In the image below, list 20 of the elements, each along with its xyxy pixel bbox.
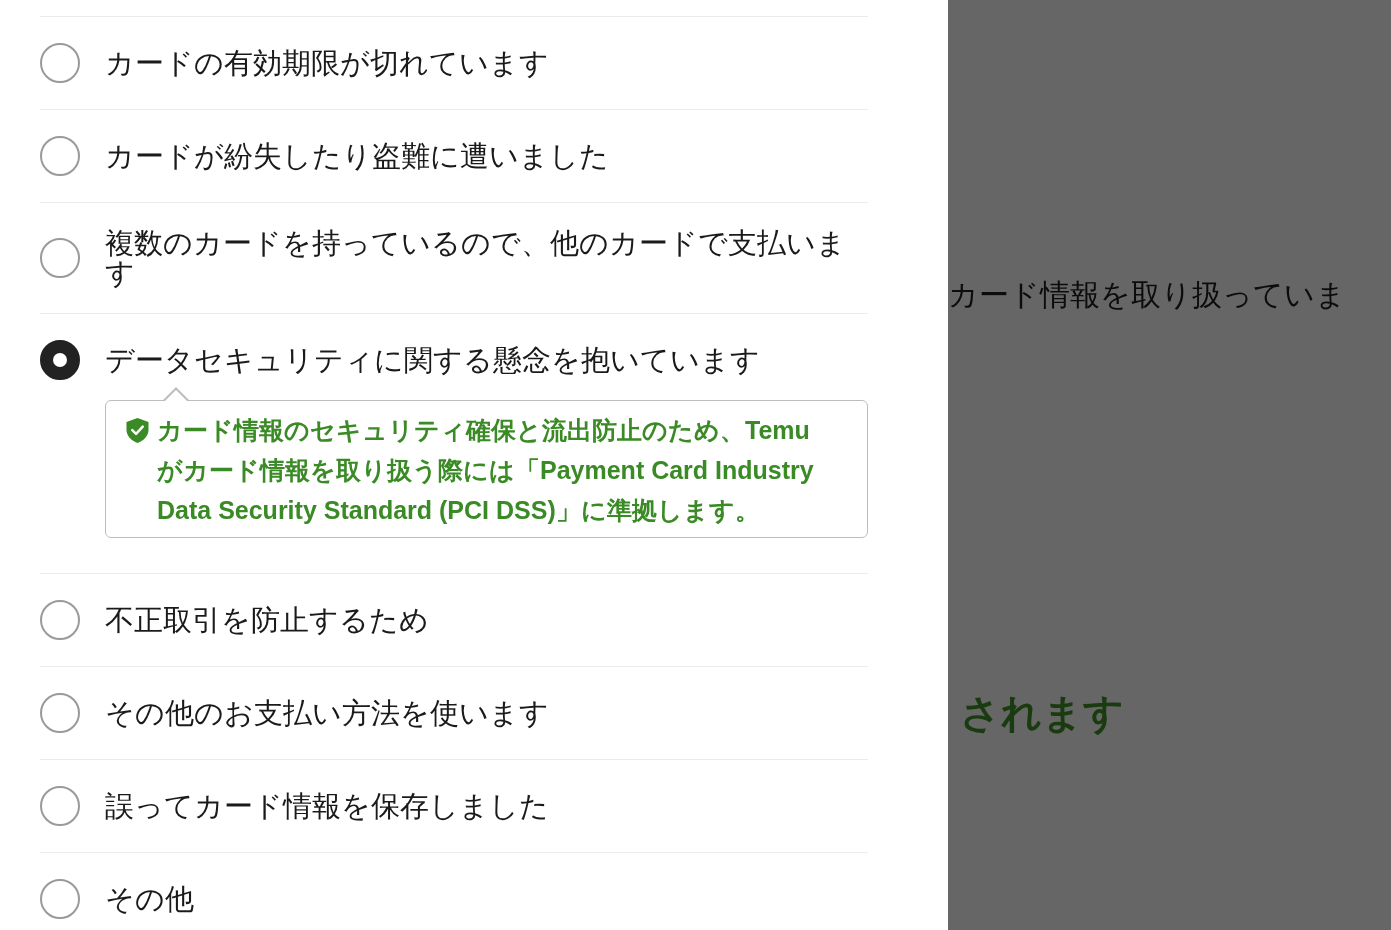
option-label: カードの有効期限が切れています [105, 48, 550, 78]
radio-button[interactable] [40, 786, 80, 826]
option-label: カードが紛失したり盗難に遭いました [105, 141, 610, 171]
radio-button[interactable] [40, 693, 80, 733]
radio-button[interactable] [40, 43, 80, 83]
option-label: 複数のカードを持っているので、他のカードで支払います [105, 228, 847, 288]
shield-check-icon [126, 418, 149, 443]
option-label: 誤ってカード情報を保存しました [105, 791, 550, 821]
background-text: カード情報を取り扱っていま [948, 278, 1346, 312]
radio-button[interactable] [40, 238, 80, 278]
radio-button[interactable] [40, 879, 80, 919]
radio-button[interactable] [40, 600, 80, 640]
option-label: その他 [105, 884, 195, 914]
background-heading: されます [960, 690, 1124, 736]
radio-button[interactable] [40, 340, 80, 380]
security-note-text: カード情報のセキュリティ確保と流出防止のため、Temuがカード情報を取り扱う際には「Payment Card Industry Data Security Standard (PCI DSS)」に準拠します。 [157, 415, 815, 526]
option-label: データセキュリティに関する懸念を抱いています [105, 345, 761, 375]
option-label: 不正取引を防止するため [105, 605, 430, 635]
option-label: その他のお支払い方法を使います [105, 698, 550, 728]
radio-button[interactable] [40, 136, 80, 176]
